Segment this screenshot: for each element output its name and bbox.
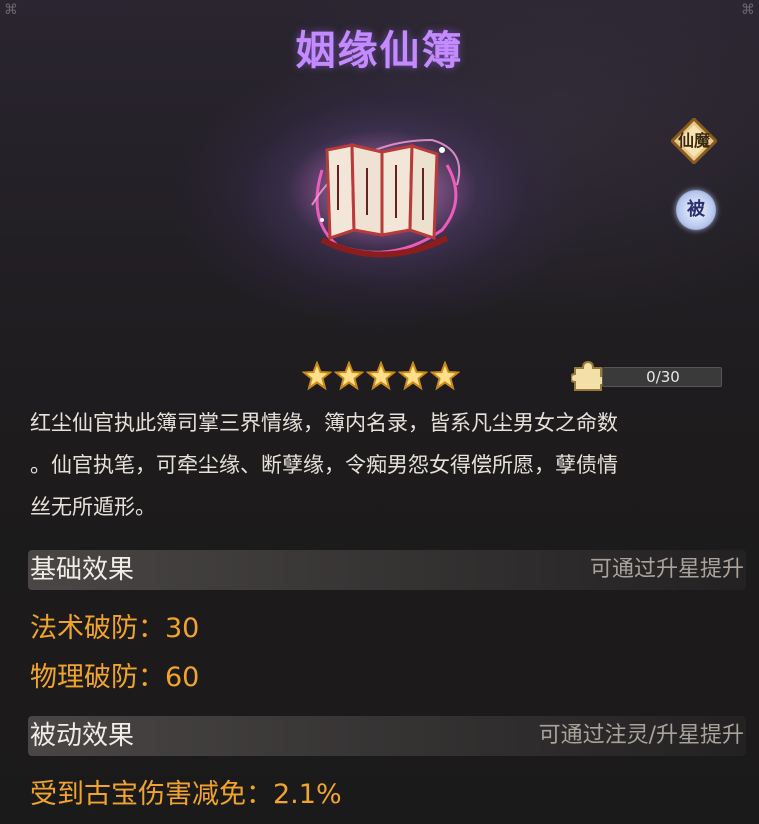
artifact-detail-panel: ⌘ ⌘ 姻缘仙簿 仙魔 被 0/30 红尘仙官执此簿司掌三界情缘，簿内名录，皆系… xyxy=(0,0,759,824)
star-icon xyxy=(398,361,428,391)
star-icon xyxy=(366,361,396,391)
realm-badge-icon[interactable]: 仙魔 xyxy=(669,116,719,166)
basic-stat-magic-pierce: 法术破防：30 xyxy=(30,613,200,644)
star-icon xyxy=(302,361,332,391)
passive-badge-icon[interactable]: 被 xyxy=(676,190,716,230)
description-line: 。仙官执笔，可牵尘缘、断孽缘，令痴男怨女得偿所愿，孽债情 xyxy=(30,453,618,477)
artifact-book-icon xyxy=(287,130,477,258)
puzzle-fragment-icon xyxy=(571,360,605,391)
passive-effect-title: 被动效果 xyxy=(30,721,135,751)
star-rating xyxy=(302,361,460,391)
basic-effect-hint: 可通过升星提升 xyxy=(589,557,744,582)
artifact-description: 红尘仙官执此簿司掌三界情缘，簿内名录，皆系凡尘男女之命数 。仙官执笔，可牵尘缘、… xyxy=(30,402,742,528)
description-line: 丝无所遁形。 xyxy=(30,495,156,519)
fragment-progress-text: 0/30 xyxy=(646,368,680,386)
star-icon xyxy=(430,361,460,391)
artifact-title: 姻缘仙簿 xyxy=(295,28,464,74)
passive-stat-damage-reduction: 受到古宝伤害减免：2.1% xyxy=(30,779,342,810)
passive-effect-header: 被动效果 可通过注灵/升星提升 xyxy=(28,716,746,756)
corner-ornament-icon: ⌘ xyxy=(4,2,18,18)
realm-badge-label: 仙魔 xyxy=(677,131,710,150)
description-line: 红尘仙官执此簿司掌三界情缘，簿内名录，皆系凡尘男女之命数 xyxy=(30,411,618,435)
basic-effect-title: 基础效果 xyxy=(30,555,135,585)
corner-ornament-icon: ⌘ xyxy=(741,2,755,18)
star-icon xyxy=(334,361,364,391)
passive-effect-hint: 可通过注灵/升星提升 xyxy=(538,723,744,748)
fragment-progress-bar: 0/30 xyxy=(602,367,722,387)
basic-stat-physical-pierce: 物理破防：60 xyxy=(30,662,200,693)
basic-effect-header: 基础效果 可通过升星提升 xyxy=(28,550,746,590)
